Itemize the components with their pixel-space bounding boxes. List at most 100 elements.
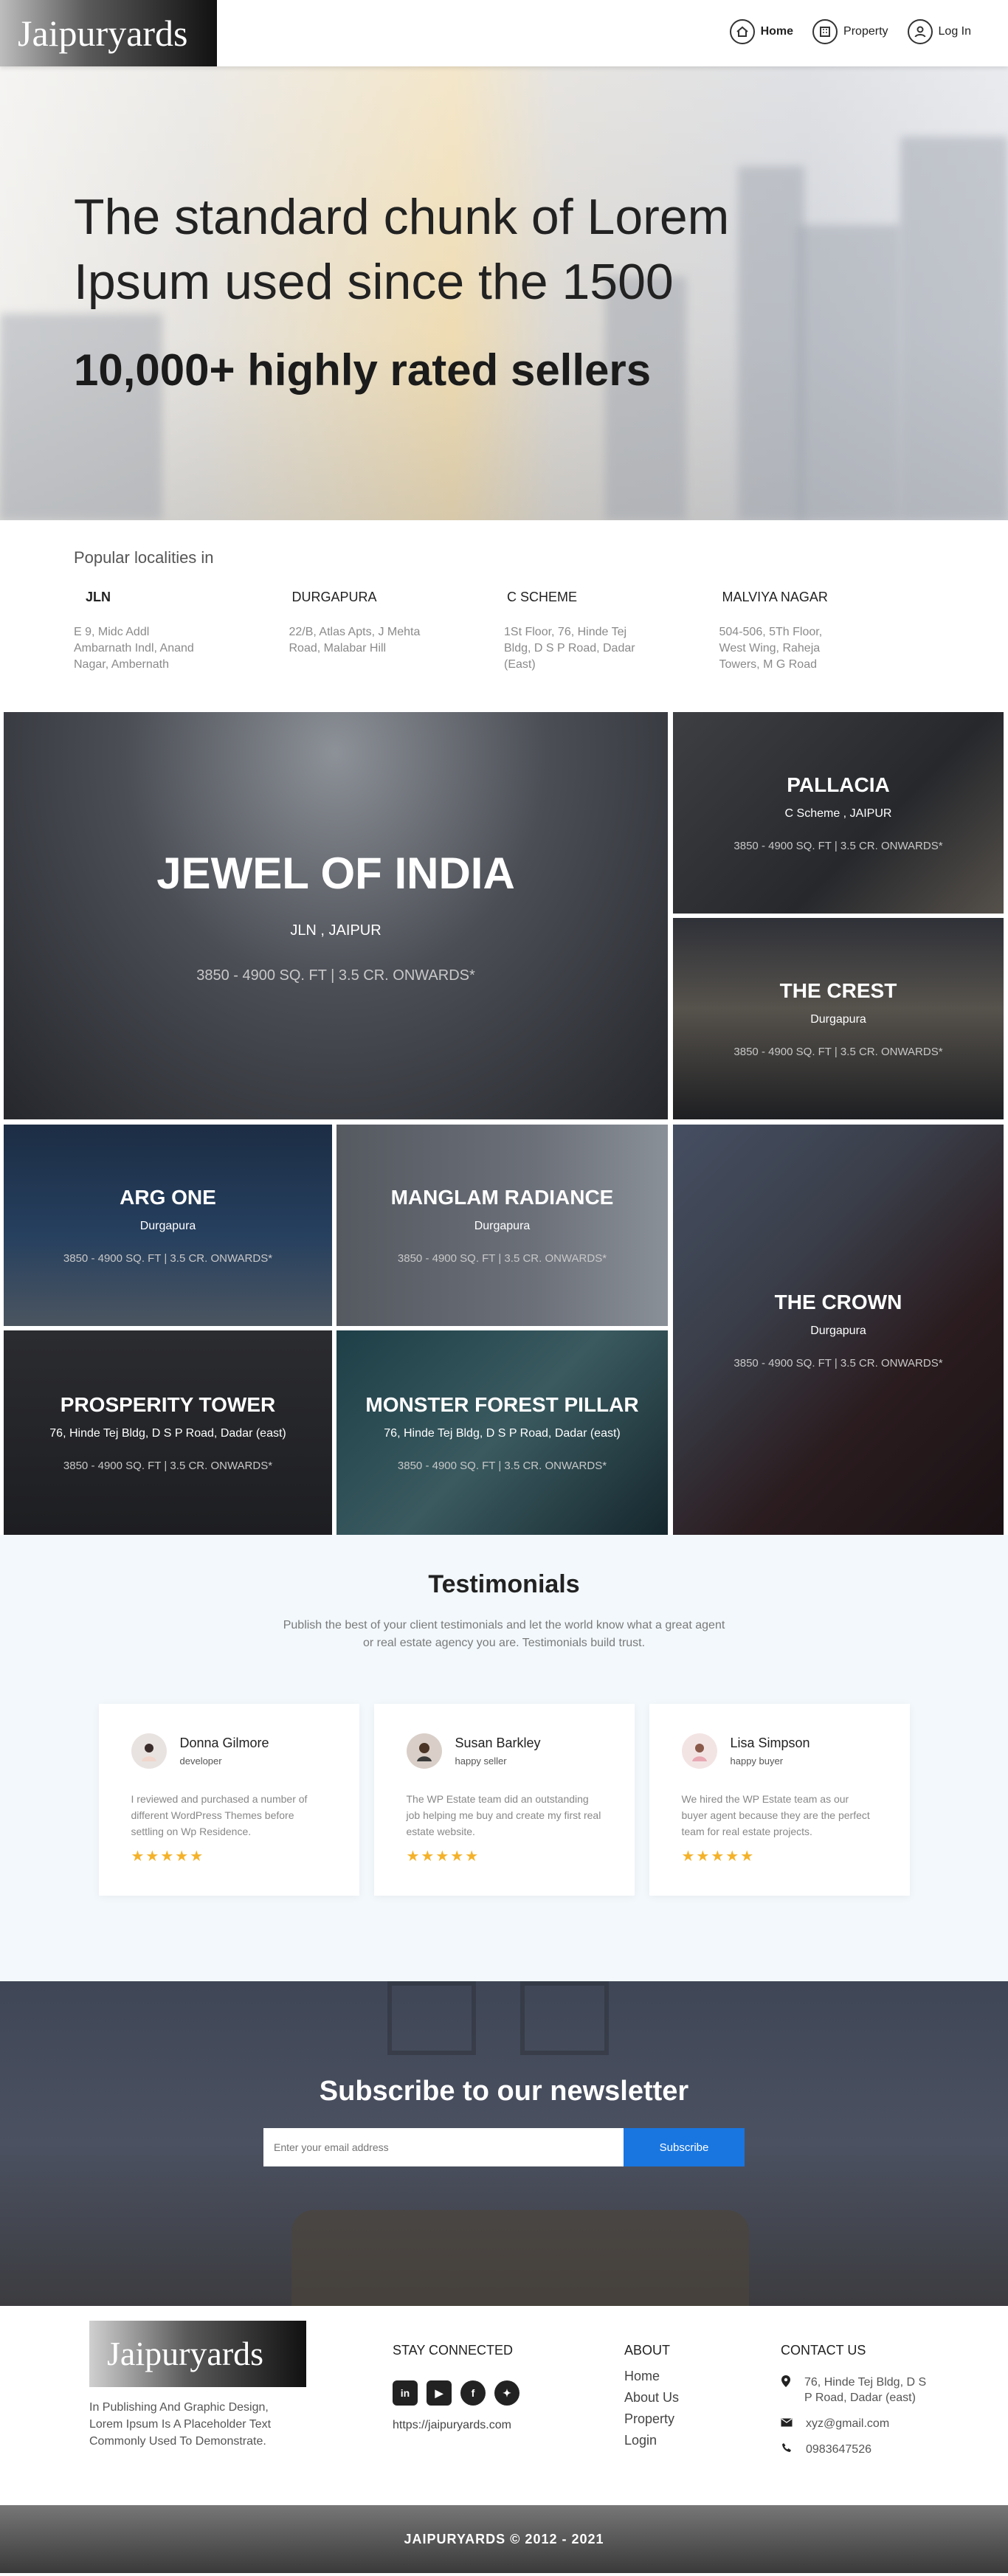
property-card[interactable]: THE CREST Durgapura 3850 - 4900 SQ. FT |… bbox=[673, 918, 1004, 1119]
facebook-icon[interactable]: f bbox=[460, 2380, 486, 2406]
testimonial-header: Lisa Simpson happy buyer bbox=[681, 1733, 877, 1769]
hero-title: The standard chunk of Lorem Ipsum used s… bbox=[74, 189, 730, 311]
testimonial-text: The WP Estate team did an outstanding jo… bbox=[406, 1793, 601, 1837]
locality-address: E 9, Midc Addl Ambarnath Indl, Anand Nag… bbox=[74, 626, 194, 671]
hero-text: The standard chunk of Lorem Ipsum used s… bbox=[74, 184, 738, 396]
contact-phone-text: 0983647526 bbox=[806, 2443, 871, 2456]
property-area: 3850 - 4900 SQ. FT | 3.5 CR. ONWARDS* bbox=[733, 1046, 943, 1058]
hero-bg-building bbox=[797, 225, 900, 520]
subscribe-button[interactable]: Subscribe bbox=[624, 2128, 745, 2166]
locality-name: DURGAPURA bbox=[291, 590, 377, 604]
property-location: Durgapura bbox=[810, 1013, 866, 1026]
localities-section: Popular localities in JLN E 9, Midc Addl… bbox=[0, 520, 1008, 712]
property-area: 3850 - 4900 SQ. FT | 3.5 CR. ONWARDS* bbox=[733, 840, 943, 852]
testimonial-card: Susan Barkley happy seller The WP Estate… bbox=[373, 1704, 635, 1896]
property-name: MONSTER FOREST PILLAR bbox=[365, 1393, 639, 1416]
nav-home-label: Home bbox=[760, 25, 794, 38]
property-card[interactable]: JEWEL OF INDIA JLN , JAIPUR 3850 - 4900 … bbox=[4, 712, 668, 1119]
nav-login-label: Log In bbox=[938, 25, 971, 38]
locality-name: C SCHEME bbox=[507, 590, 578, 604]
testimonial-card: Lisa Simpson happy buyer We hired the WP… bbox=[649, 1704, 910, 1896]
property-card[interactable]: MANGLAM RADIANCE Durgapura 3850 - 4900 S… bbox=[336, 1125, 668, 1326]
testimonial-name: Donna Gilmore bbox=[179, 1736, 269, 1750]
footer-link-home[interactable]: Home bbox=[624, 2369, 679, 2384]
about-heading: ABOUT bbox=[624, 2343, 671, 2358]
hero-subtitle: 10,000+ highly rated sellers bbox=[74, 345, 652, 395]
site-logo[interactable]: Jaipuryards bbox=[0, 0, 217, 66]
location-pin-icon bbox=[781, 2375, 791, 2392]
testimonial-text: I reviewed and purchased a number of dif… bbox=[131, 1793, 308, 1837]
home-icon bbox=[729, 19, 755, 44]
locality-item[interactable]: JLN E 9, Midc Addl Ambarnath Indl, Anand… bbox=[74, 590, 289, 673]
property-area: 3850 - 4900 SQ. FT | 3.5 CR. ONWARDS* bbox=[397, 1460, 607, 1472]
star-rating: ★★★★★ bbox=[681, 1848, 756, 1865]
property-name: MANGLAM RADIANCE bbox=[390, 1186, 614, 1209]
property-location: C Scheme , JAIPUR bbox=[784, 807, 892, 820]
testimonial-role: happy seller bbox=[455, 1755, 507, 1767]
locality-address: 504-506, 5Th Floor, West Wing, Raheja To… bbox=[719, 626, 823, 671]
testimonial-name: Susan Barkley bbox=[455, 1736, 541, 1750]
testimonial-list: Donna Gilmore developer I reviewed and p… bbox=[0, 1704, 1008, 1896]
contact-phone[interactable]: 0983647526 bbox=[781, 2442, 936, 2457]
main-nav: Home Property Log In bbox=[729, 19, 971, 44]
nav-login[interactable]: Log In bbox=[907, 19, 971, 44]
nav-home[interactable]: Home bbox=[729, 19, 794, 44]
locality-address: 22/B, Atlas Apts, J Mehta Road, Malabar … bbox=[289, 626, 421, 655]
property-location: Durgapura bbox=[474, 1220, 531, 1232]
contact-heading: CONTACT US bbox=[781, 2343, 866, 2358]
footer-link-login[interactable]: Login bbox=[624, 2433, 679, 2448]
property-location: Durgapura bbox=[139, 1220, 196, 1232]
locality-item[interactable]: C SCHEME 1St Floor, 76, Hinde Tej Bldg, … bbox=[504, 590, 719, 673]
locality-item[interactable]: MALVIYA NAGAR 504-506, 5Th Floor, West W… bbox=[719, 590, 935, 673]
property-card[interactable]: PROSPERITY TOWER 76, Hinde Tej Bldg, D S… bbox=[4, 1330, 332, 1535]
testimonials-title: Testimonials bbox=[428, 1570, 580, 1598]
stay-connected-heading: STAY CONNECTED bbox=[393, 2343, 514, 2358]
testimonial-text: We hired the WP Estate team as our buyer… bbox=[681, 1793, 870, 1837]
testimonial-role: developer bbox=[179, 1755, 222, 1767]
property-card[interactable]: MONSTER FOREST PILLAR 76, Hinde Tej Bldg… bbox=[336, 1330, 668, 1535]
footer-description: In Publishing And Graphic Design, Lorem … bbox=[89, 2401, 272, 2448]
property-card[interactable]: ARG ONE Durgapura 3850 - 4900 SQ. FT | 3… bbox=[4, 1125, 332, 1326]
site-footer: Jaipuryards In Publishing And Graphic De… bbox=[0, 2306, 1008, 2505]
stay-connected-column: STAY CONNECTED in ▶ f ✦ https://jaipurya… bbox=[393, 2343, 519, 2432]
property-name: PROSPERITY TOWER bbox=[60, 1393, 276, 1416]
property-name: JEWEL OF INDIA bbox=[156, 848, 515, 898]
testimonial-card: Donna Gilmore developer I reviewed and p… bbox=[98, 1704, 359, 1896]
footer-logo[interactable]: Jaipuryards bbox=[89, 2321, 306, 2387]
contact-email[interactable]: xyz@gmail.com bbox=[781, 2416, 936, 2431]
website-url[interactable]: https://jaipuryards.com bbox=[393, 2419, 519, 2432]
twitter-icon[interactable]: ✦ bbox=[494, 2380, 519, 2406]
nav-property-label: Property bbox=[843, 25, 888, 38]
email-input[interactable] bbox=[263, 2128, 624, 2166]
locality-item[interactable]: DURGAPURA 22/B, Atlas Apts, J Mehta Road… bbox=[289, 590, 505, 673]
testimonial-header: Susan Barkley happy seller bbox=[406, 1733, 602, 1769]
testimonial-header: Donna Gilmore developer bbox=[131, 1733, 327, 1769]
about-links: Home About Us Property Login bbox=[624, 2369, 679, 2448]
social-links: in ▶ f ✦ bbox=[393, 2380, 519, 2406]
property-name: THE CROWN bbox=[774, 1290, 902, 1313]
footer-link-about-us[interactable]: About Us bbox=[624, 2390, 679, 2406]
footer-link-property[interactable]: Property bbox=[624, 2411, 679, 2427]
contact-address-text: 76, Hinde Tej Bldg, D S P Road, Dadar (e… bbox=[804, 2376, 927, 2404]
property-card[interactable]: PALLACIA C Scheme , JAIPUR 3850 - 4900 S… bbox=[673, 712, 1004, 914]
envelope-icon bbox=[781, 2416, 793, 2431]
property-location: JLN , JAIPUR bbox=[290, 922, 382, 939]
property-area: 3850 - 4900 SQ. FT | 3.5 CR. ONWARDS* bbox=[196, 967, 475, 984]
property-area: 3850 - 4900 SQ. FT | 3.5 CR. ONWARDS* bbox=[397, 1252, 607, 1265]
youtube-icon[interactable]: ▶ bbox=[427, 2380, 452, 2406]
newsletter-form: Subscribe bbox=[0, 2128, 1008, 2166]
testimonial-role: happy buyer bbox=[730, 1755, 784, 1767]
nav-property[interactable]: Property bbox=[812, 19, 888, 44]
about-column: ABOUT Home About Us Property Login bbox=[624, 2343, 679, 2448]
property-grid: JEWEL OF INDIA JLN , JAIPUR 3850 - 4900 … bbox=[0, 712, 1008, 1535]
localities-heading: Popular localities in bbox=[74, 548, 214, 567]
copyright-bar: JAIPURYARDS © 2012 - 2021 bbox=[0, 2505, 1008, 2573]
property-location: 76, Hinde Tej Bldg, D S P Road, Dadar (e… bbox=[384, 1427, 621, 1440]
property-card[interactable]: THE CROWN Durgapura 3850 - 4900 SQ. FT |… bbox=[673, 1125, 1004, 1535]
building-icon bbox=[812, 19, 838, 44]
avatar bbox=[681, 1733, 717, 1769]
linkedin-icon[interactable]: in bbox=[393, 2380, 418, 2406]
bg-sofa bbox=[291, 2210, 749, 2306]
contact-email-text: xyz@gmail.com bbox=[806, 2417, 890, 2430]
newsletter-title: Subscribe to our newsletter bbox=[319, 2076, 689, 2107]
